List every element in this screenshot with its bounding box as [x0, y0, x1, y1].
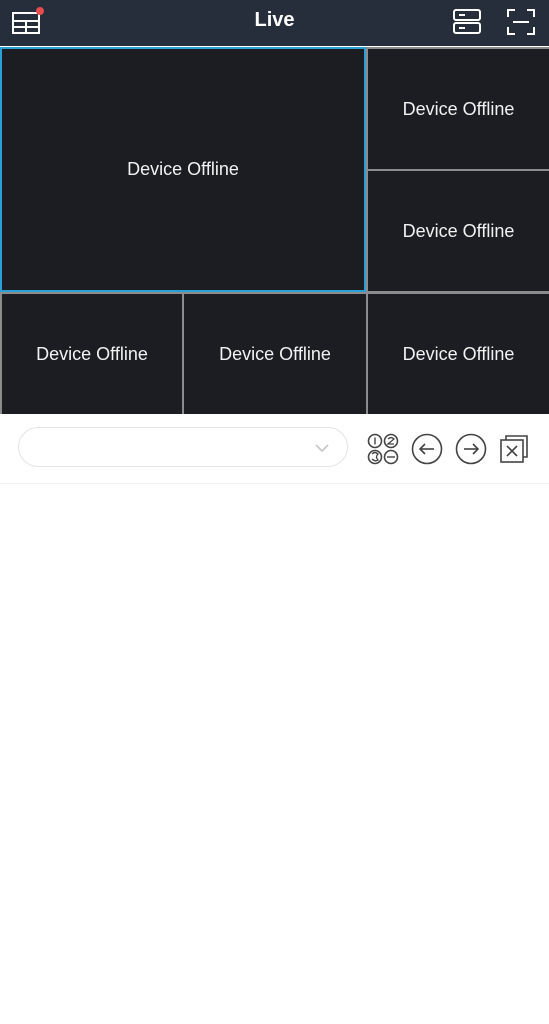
- empty-content-area: [0, 484, 549, 1024]
- device-list-icon[interactable]: [450, 6, 484, 38]
- tile-status-label: Device Offline: [402, 220, 515, 241]
- video-tile-6[interactable]: Device Offline: [368, 294, 549, 414]
- close-all-icon[interactable]: [497, 432, 531, 466]
- previous-icon[interactable]: [410, 432, 444, 466]
- video-grid: Device Offline Device Offline Device Off…: [0, 47, 549, 414]
- video-tile-2[interactable]: Device Offline: [368, 49, 549, 169]
- top-bar: Live: [0, 0, 549, 46]
- video-tile-1[interactable]: Device Offline: [0, 47, 366, 292]
- split-screen-icon[interactable]: [366, 432, 400, 466]
- tile-status-label: Device Offline: [219, 343, 331, 364]
- next-icon[interactable]: [454, 432, 488, 466]
- tile-status-label: Device Offline: [402, 343, 515, 364]
- video-tile-5[interactable]: Device Offline: [184, 294, 366, 414]
- video-tile-4[interactable]: Device Offline: [2, 294, 182, 414]
- chevron-down-icon: [315, 444, 329, 453]
- channel-dropdown[interactable]: [18, 427, 348, 467]
- tile-status-label: Device Offline: [127, 159, 239, 179]
- fullscreen-icon[interactable]: [504, 6, 538, 38]
- tile-status-label: Device Offline: [36, 343, 148, 364]
- video-tile-3[interactable]: Device Offline: [368, 171, 549, 291]
- tile-status-label: Device Offline: [402, 98, 515, 119]
- control-bar: [0, 415, 549, 484]
